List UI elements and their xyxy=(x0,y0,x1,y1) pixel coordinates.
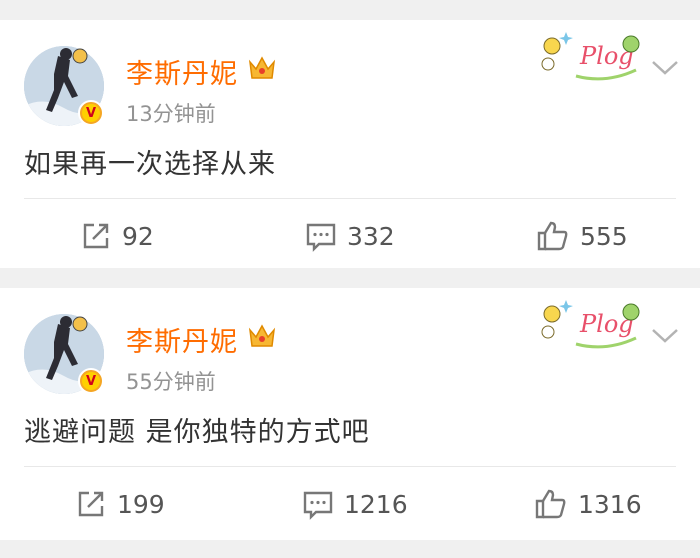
like-count: 555 xyxy=(580,221,628,251)
comment-count: 332 xyxy=(347,221,395,251)
thumbs-up-icon xyxy=(537,221,568,251)
username[interactable]: 李斯丹妮 xyxy=(126,320,238,359)
like-button[interactable]: 555 xyxy=(536,216,628,256)
repost-count: 199 xyxy=(117,489,165,519)
username[interactable]: 李斯丹妮 xyxy=(126,52,238,91)
verified-badge: V xyxy=(78,368,104,394)
post-timestamp: 13分钟前 xyxy=(126,102,216,126)
crown-icon xyxy=(248,324,276,347)
thumbs-up-icon xyxy=(535,489,566,519)
like-button[interactable]: 1316 xyxy=(534,484,642,524)
plog-sticker-icon: Plog xyxy=(541,32,640,81)
comment-count: 1216 xyxy=(344,489,408,519)
crown-icon xyxy=(248,56,276,79)
comment-button[interactable]: 1216 xyxy=(302,484,408,524)
repost-icon xyxy=(83,223,109,249)
weibo-post-card: V 李斯丹妮 55分钟前 逃避问题 是你独特的方式吧 Plog 199 1216 xyxy=(0,288,700,540)
comment-icon xyxy=(306,223,336,252)
chevron-down-icon[interactable] xyxy=(650,326,680,346)
repost-count: 92 xyxy=(122,221,154,251)
plog-sticker-icon: Plog xyxy=(541,300,640,349)
like-count: 1316 xyxy=(578,489,642,519)
post-text: 如果再一次选择从来 xyxy=(24,149,276,180)
comment-icon xyxy=(303,491,333,520)
post-text: 逃避问题 是你独特的方式吧 xyxy=(24,417,370,448)
avatar[interactable]: V xyxy=(24,314,104,394)
repost-button[interactable]: 92 xyxy=(80,216,154,256)
verified-badge: V xyxy=(78,100,104,126)
weibo-post-card: V 李斯丹妮 13分钟前 如果再一次选择从来 Plog 92 332 555 xyxy=(0,20,700,268)
divider xyxy=(24,198,676,199)
chevron-down-icon[interactable] xyxy=(650,58,680,78)
divider xyxy=(24,466,676,467)
avatar[interactable]: V xyxy=(24,46,104,126)
repost-button[interactable]: 199 xyxy=(75,484,165,524)
comment-button[interactable]: 332 xyxy=(305,216,395,256)
post-timestamp: 55分钟前 xyxy=(126,370,216,394)
repost-icon xyxy=(78,491,104,517)
